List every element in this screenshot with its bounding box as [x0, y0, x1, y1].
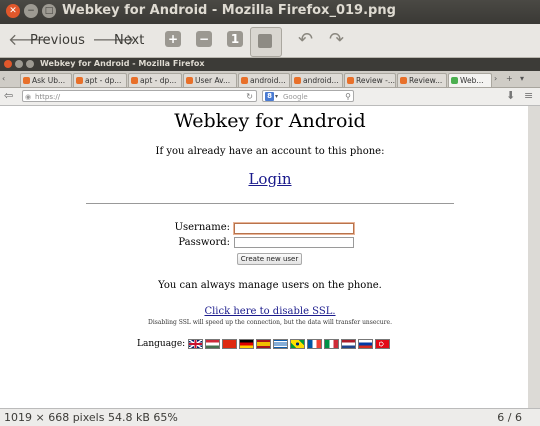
firefox-window-title: Webkey for Android - Mozilla Firefox	[40, 59, 205, 68]
flag-turkey-icon[interactable]	[375, 339, 391, 349]
viewer-status-bar: 1019 × 668 pixels 54.8 kB 65% 6 / 6	[0, 408, 540, 426]
flag-hungary-icon[interactable]	[205, 339, 221, 349]
next-label: Next	[114, 32, 145, 48]
tab-active[interactable]: Web...	[448, 73, 492, 87]
tab-list-icon[interactable]: ▾	[520, 74, 524, 83]
page-counter: 6 / 6	[497, 411, 522, 424]
tab-strip: ‹ Ask Ub... apt - dp... apt - dp... User…	[0, 71, 540, 88]
tab[interactable]: Review -...	[344, 73, 396, 87]
stackexchange-icon	[347, 77, 354, 84]
flag-netherlands-icon[interactable]	[341, 339, 357, 349]
normal-size-button[interactable]: 1	[227, 31, 243, 47]
arrow-left-icon: 🡐	[8, 30, 51, 49]
language-label: Language:	[137, 339, 186, 349]
tab[interactable]: User Av...	[183, 73, 237, 87]
reload-icon[interactable]: ↻	[246, 91, 253, 103]
web-page: Webkey for Android If you already have a…	[0, 106, 528, 408]
tab[interactable]: android...	[291, 73, 343, 87]
fit-icon	[258, 34, 272, 48]
firefox-maximize-button[interactable]	[26, 60, 34, 68]
search-icon[interactable]: ⚲	[345, 91, 351, 103]
tab[interactable]: Review...	[397, 73, 447, 87]
tab[interactable]: apt - dp...	[73, 73, 127, 87]
minus-icon: −	[198, 32, 210, 46]
stackexchange-icon	[400, 77, 407, 84]
navigation-bar: ⇦ ◉ https:// ↻ 8 ▾ Google ⚲ ⬇ ≡	[0, 88, 540, 106]
flag-italy-icon[interactable]	[324, 339, 340, 349]
flag-germany-icon[interactable]	[239, 339, 255, 349]
google-icon: 8	[265, 92, 274, 101]
image-info: 1019 × 668 pixels 54.8 kB 65%	[4, 411, 178, 424]
flag-china-icon[interactable]	[222, 339, 238, 349]
stackexchange-icon	[241, 77, 248, 84]
flag-russia-icon[interactable]	[358, 339, 374, 349]
stackexchange-icon	[76, 77, 83, 84]
stackexchange-icon	[23, 77, 30, 84]
flag-brazil-icon[interactable]	[290, 339, 306, 349]
viewer-window-title: Webkey for Android - Mozilla Firefox_019…	[62, 3, 396, 18]
flag-france-icon[interactable]	[307, 339, 323, 349]
zoom-out-button[interactable]: −	[196, 31, 212, 47]
firefox-close-button[interactable]	[4, 60, 12, 68]
page-title: Webkey for Android	[174, 110, 366, 132]
login-link[interactable]: Login	[0, 170, 540, 188]
new-tab-icon[interactable]: +	[506, 74, 513, 83]
language-selector: Language:	[137, 339, 391, 349]
android-icon	[451, 77, 458, 84]
username-label: Username:	[174, 222, 230, 233]
minimize-window-button[interactable]: −	[24, 4, 38, 18]
rotate-left-button[interactable]: ↶	[298, 29, 313, 50]
site-identity-icon: ◉	[25, 93, 32, 101]
flag-uk-icon[interactable]	[188, 339, 204, 349]
maximize-window-button[interactable]: □	[42, 4, 56, 18]
ssl-note: Disabling SSL will speed up the connecti…	[148, 319, 392, 326]
divider	[86, 203, 454, 204]
firefox-title-bar: Webkey for Android - Mozilla Firefox	[0, 58, 540, 71]
password-input[interactable]	[234, 237, 354, 248]
previous-label: Previous	[30, 32, 85, 48]
tab[interactable]: apt - dp...	[128, 73, 182, 87]
best-fit-button[interactable]	[250, 27, 282, 57]
viewer-title-bar: ✕ − □ Webkey for Android - Mozilla Firef…	[0, 0, 540, 24]
menu-icon[interactable]: ≡	[524, 89, 533, 102]
firefox-minimize-button[interactable]	[15, 60, 23, 68]
stackexchange-icon	[186, 77, 193, 84]
disable-ssl-link[interactable]: Click here to disable SSL.	[0, 306, 540, 317]
vertical-scrollbar[interactable]	[528, 106, 540, 408]
search-bar[interactable]: 8 ▾ Google ⚲	[262, 90, 354, 102]
flag-spain-icon[interactable]	[256, 339, 272, 349]
create-new-user-button[interactable]: Create new user	[237, 253, 302, 265]
zoom-in-button[interactable]: +	[165, 31, 181, 47]
username-input[interactable]	[234, 223, 354, 234]
rotate-right-button[interactable]: ↷	[329, 29, 344, 50]
close-window-button[interactable]: ✕	[6, 4, 20, 18]
plus-icon: +	[167, 32, 179, 46]
previous-button[interactable]: 🡐 Previous	[8, 30, 85, 50]
tab-scroll-right-icon[interactable]: ›	[494, 74, 497, 83]
stackexchange-icon	[131, 77, 138, 84]
chevron-down-icon: ▾	[275, 93, 279, 100]
stackexchange-icon	[294, 77, 301, 84]
next-button[interactable]: 🡒 Next	[92, 30, 144, 50]
back-button[interactable]: ⇦	[4, 89, 13, 102]
manage-users-text: You can always manage users on the phone…	[158, 280, 382, 291]
arrow-right-icon: 🡒	[92, 30, 135, 49]
tab[interactable]: Ask Ub...	[20, 73, 72, 87]
rotate-left-icon: ↶	[298, 29, 314, 50]
url-bar[interactable]: ◉ https:// ↻	[22, 90, 257, 102]
tab-scroll-left-icon[interactable]: ‹	[2, 74, 5, 83]
intro-text: If you already have an account to this p…	[155, 146, 385, 157]
password-label: Password:	[178, 237, 230, 248]
viewer-toolbar: 🡐 Previous 🡒 Next + − 1 ↶ ↷	[0, 24, 540, 58]
rotate-right-icon: ↷	[329, 29, 345, 50]
tab[interactable]: android...	[238, 73, 290, 87]
download-icon[interactable]: ⬇	[506, 89, 515, 102]
flag-greece-icon[interactable]	[273, 339, 289, 349]
